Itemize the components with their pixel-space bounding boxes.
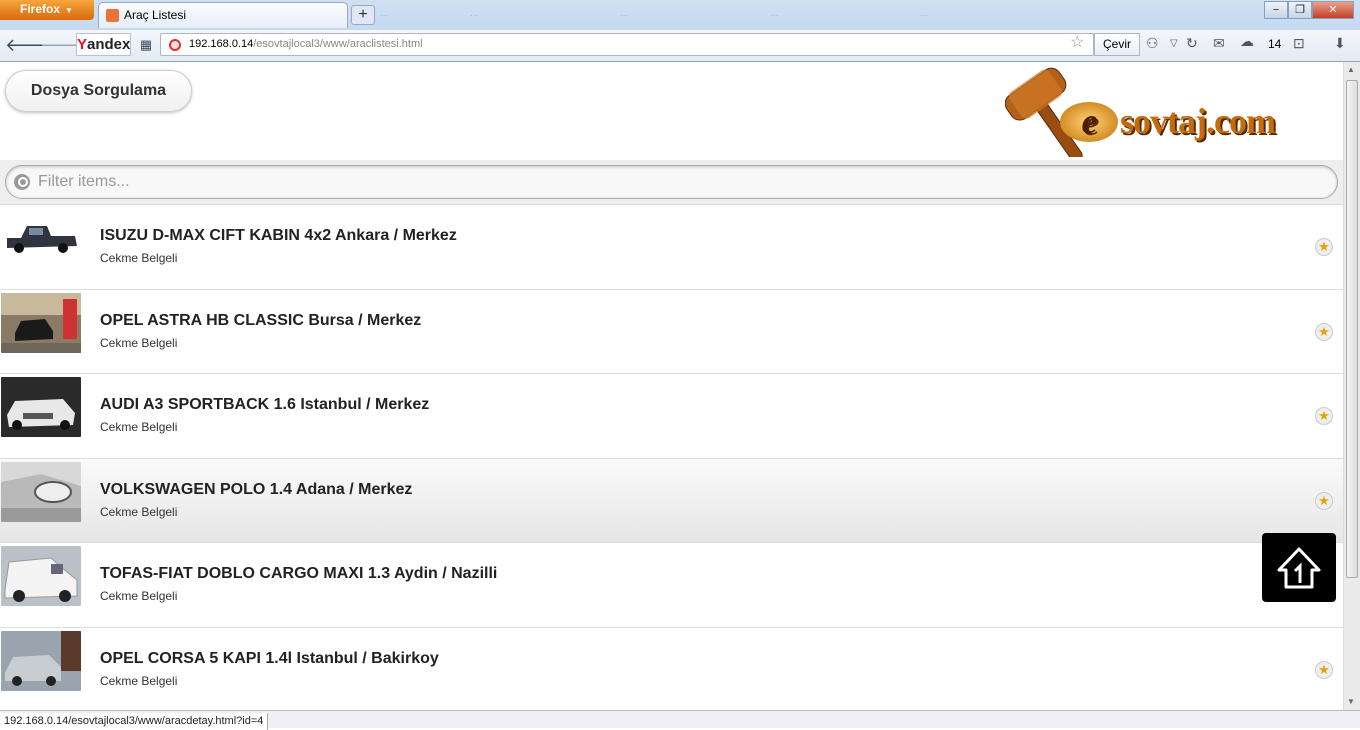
scroll-down-arrow-icon[interactable]: ▼ bbox=[1347, 697, 1355, 706]
list-item[interactable]: OPEL CORSA 5 KAPI 1.4l Istanbul / Bakirk… bbox=[0, 627, 1343, 710]
vehicle-subtitle: Cekme Belgeli bbox=[100, 673, 178, 688]
vehicle-title: ISUZU D-MAX CIFT KABIN 4x2 Ankara / Merk… bbox=[100, 227, 457, 244]
maximize-button[interactable]: ❐ bbox=[1288, 1, 1312, 19]
minimize-button[interactable]: − bbox=[1264, 1, 1288, 19]
tab-arac-listesi[interactable]: Araç Listesi bbox=[98, 2, 348, 28]
scroll-up-arrow-icon[interactable]: ▲ bbox=[1347, 65, 1355, 74]
vertical-scrollbar[interactable]: ▲ ▼ bbox=[1343, 62, 1360, 710]
addon-icon[interactable]: ⊡ bbox=[1293, 35, 1305, 52]
scroll-to-top-button[interactable] bbox=[1262, 533, 1336, 602]
dosya-sorgulama-button[interactable]: Dosya Sorgulama bbox=[5, 70, 192, 112]
vehicle-subtitle: Cekme Belgeli bbox=[100, 420, 178, 434]
esovtaj-logo-text: e sovtaj.com bbox=[1060, 100, 1276, 142]
mail-icon[interactable]: ✉ bbox=[1213, 35, 1225, 52]
favorite-star-icon[interactable]: ★ bbox=[1315, 407, 1333, 425]
filter-bar: Filter items... bbox=[0, 160, 1343, 205]
filter-input[interactable]: Filter items... bbox=[5, 165, 1338, 199]
background-tab[interactable]: ... bbox=[770, 8, 778, 22]
favorite-star-icon[interactable]: ★ bbox=[1315, 491, 1333, 510]
new-tab-button[interactable]: + bbox=[351, 5, 375, 25]
scrollbar-thumb[interactable] bbox=[1346, 80, 1358, 578]
firefox-menu-button[interactable]: Firefox ▼ bbox=[0, 0, 94, 20]
vehicle-thumbnail bbox=[1, 546, 81, 606]
vehicle-subtitle: Cekme Belgeli bbox=[100, 251, 178, 265]
browser-chrome: Firefox ▼ Araç Listesi + ... ... ... ... … bbox=[0, 0, 1360, 62]
vehicle-title: AUDI A3 SPORTBACK 1.6 Istanbul / Merkez bbox=[100, 396, 430, 413]
tab-favicon-icon bbox=[106, 9, 119, 22]
background-tab[interactable]: ... bbox=[620, 8, 628, 22]
weather-temperature: 14 bbox=[1268, 37, 1282, 51]
status-bar: 192.168.0.14/esovtajlocal3/www/aracdetay… bbox=[0, 710, 1360, 730]
status-url: 192.168.0.14/esovtajlocal3/www/aracdetay… bbox=[0, 713, 269, 730]
vehicle-thumbnail bbox=[1, 377, 81, 437]
favorite-star-icon[interactable]: ★ bbox=[1315, 660, 1333, 679]
vehicle-title: OPEL ASTRA HB CLASSIC Bursa / Merkez bbox=[100, 311, 422, 329]
list-item[interactable]: OPEL ASTRA HB CLASSIC Bursa / Merkez Cek… bbox=[0, 289, 1343, 374]
vehicle-thumbnail bbox=[1, 292, 81, 353]
download-icon[interactable]: ⬇ bbox=[1334, 35, 1346, 52]
yandex-button[interactable]: Yandex bbox=[76, 33, 131, 56]
vehicle-title: TOFAS-FIAT DOBLO CARGO MAXI 1.3 Aydin / … bbox=[100, 565, 498, 582]
vehicle-thumbnail bbox=[1, 630, 81, 691]
bookmarks-icon[interactable]: ▦ bbox=[133, 34, 159, 56]
dropdown-icon[interactable]: ▽ bbox=[1170, 38, 1178, 49]
background-tab[interactable]: ... bbox=[920, 8, 928, 22]
page-content: Dosya Sorgulama e sovtaj.com Filter items… bbox=[0, 62, 1343, 710]
vehicle-list: ISUZU D-MAX CIFT KABIN 4x2 Ankara / Merk… bbox=[0, 205, 1343, 710]
list-item[interactable]: TOFAS-FIAT DOBLO CARGO MAXI 1.3 Aydin / … bbox=[0, 543, 1343, 628]
background-tab[interactable]: ... bbox=[470, 8, 478, 22]
favorite-star-icon[interactable]: ★ bbox=[1315, 238, 1333, 256]
list-item[interactable]: VOLKSWAGEN POLO 1.4 Adana / Merkez Cekme… bbox=[0, 458, 1343, 543]
search-icon bbox=[14, 174, 30, 190]
navigation-bar: 🡐 🡒 Yandex ▦ 192.168.0.14/esovtajlocal3/… bbox=[0, 30, 1360, 61]
back-arrow-icon[interactable]: 🡐 bbox=[5, 34, 53, 56]
bookmark-star-icon[interactable]: ☆ bbox=[1070, 32, 1084, 52]
vehicle-title: VOLKSWAGEN POLO 1.4 Adana / Merkez bbox=[100, 480, 413, 498]
page-header: Dosya Sorgulama e sovtaj.com bbox=[0, 62, 1343, 160]
vehicle-subtitle: Cekme Belgeli bbox=[100, 589, 178, 603]
list-item[interactable]: ISUZU D-MAX CIFT KABIN 4x2 Ankara / Merk… bbox=[0, 205, 1343, 290]
reader-icon[interactable]: ⚇ bbox=[1146, 35, 1159, 52]
favorite-star-icon[interactable]: ★ bbox=[1315, 322, 1333, 341]
forward-arrow-icon[interactable]: 🡒 bbox=[40, 34, 88, 56]
home-arrow-icon bbox=[1277, 547, 1321, 589]
close-window-button[interactable]: ✕ bbox=[1312, 1, 1354, 19]
weather-icon[interactable]: ☁ bbox=[1240, 33, 1254, 50]
vehicle-subtitle: Cekme Belgeli bbox=[100, 504, 178, 519]
list-item[interactable]: AUDI A3 SPORTBACK 1.6 Istanbul / Merkez … bbox=[0, 374, 1343, 459]
translate-button[interactable]: Çevir bbox=[1094, 33, 1140, 56]
background-tab[interactable]: ... bbox=[380, 8, 388, 22]
reload-icon[interactable]: ↻ bbox=[1186, 35, 1198, 52]
address-bar[interactable]: 192.168.0.14/esovtajlocal3/www/aracliste… bbox=[160, 33, 1094, 56]
vehicle-title: OPEL CORSA 5 KAPI 1.4l Istanbul / Bakirk… bbox=[100, 649, 439, 667]
window-controls: − ❐ ✕ bbox=[1264, 0, 1354, 19]
site-identity-icon[interactable] bbox=[169, 39, 181, 51]
vehicle-thumbnail bbox=[1, 461, 81, 522]
vehicle-subtitle: Cekme Belgeli bbox=[100, 335, 178, 350]
vehicle-thumbnail bbox=[1, 208, 81, 268]
